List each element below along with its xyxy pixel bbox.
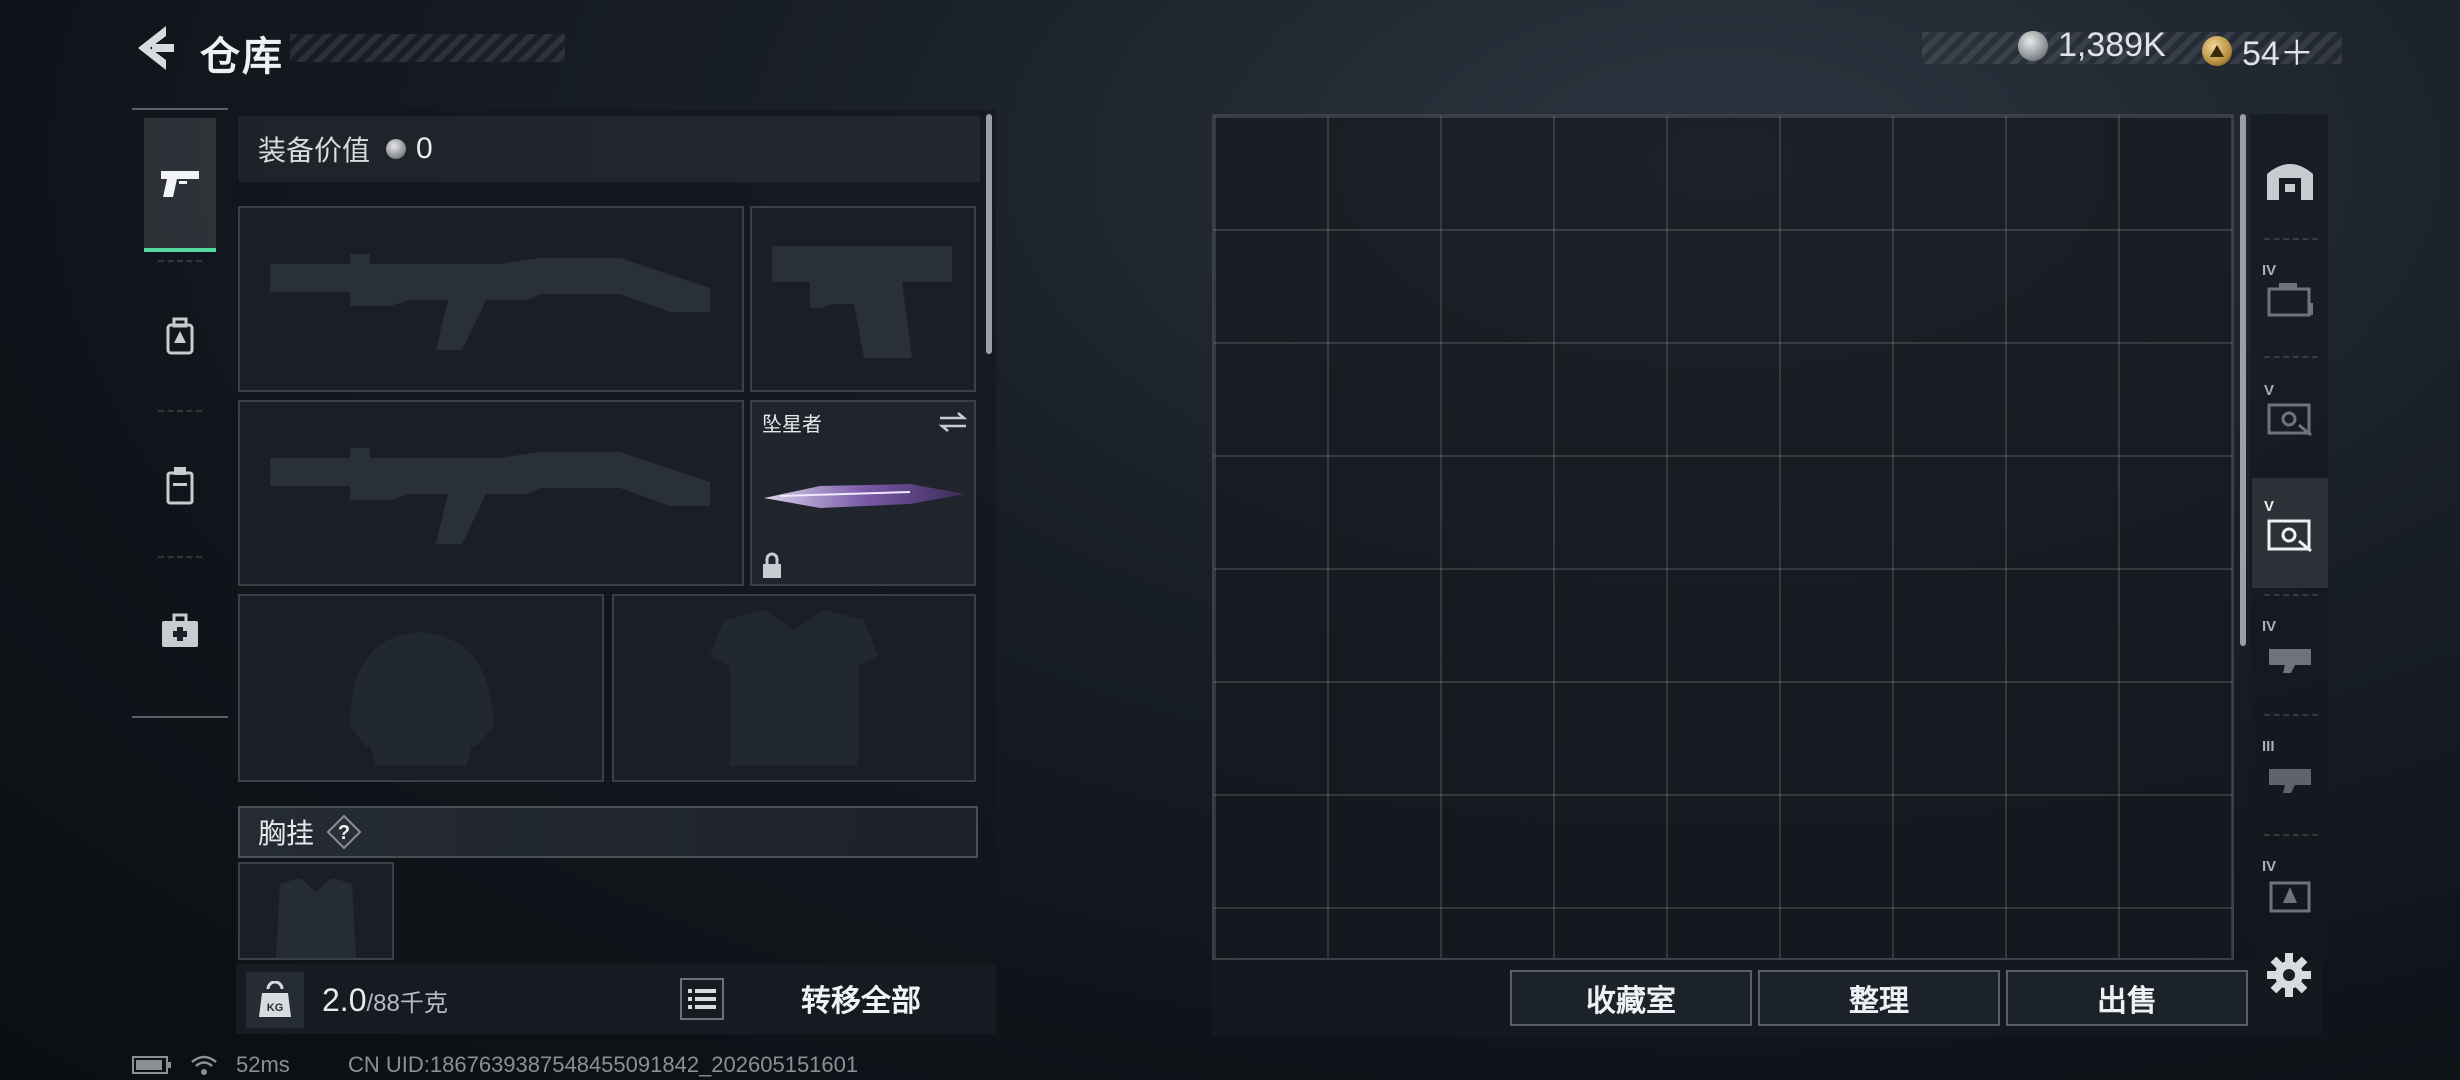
tier-label: IV <box>2262 618 2277 635</box>
title-decoration <box>290 34 565 62</box>
tab-backpack[interactable] <box>144 272 216 402</box>
equipment-value-bar: 装备价值 0 <box>238 116 980 182</box>
tab-supplies[interactable] <box>144 566 216 696</box>
help-button[interactable]: ? <box>326 814 362 850</box>
stash-grid[interactable] <box>1212 114 2234 960</box>
carry-weight-capacity: /88千克 <box>366 990 448 1017</box>
equipment-value: 0 <box>416 132 433 165</box>
filter-tab-tier-4-rifle[interactable]: IV <box>2252 600 2328 710</box>
premium-currency-icon <box>2202 35 2232 66</box>
pistol-silhouette-icon <box>772 246 952 358</box>
coin-amount: 1,389K <box>2058 26 2166 64</box>
sell-button[interactable]: 出售 <box>2006 970 2248 1026</box>
melee-item-name: 坠星者 <box>762 414 822 436</box>
rifle-silhouette-icon <box>270 448 710 544</box>
toolbox-icon <box>2267 519 2312 553</box>
sort-button[interactable]: 整理 <box>1758 970 2000 1026</box>
settings-button[interactable] <box>2264 950 2314 1000</box>
armor-icon <box>166 467 194 505</box>
slot-primary-weapon-1[interactable] <box>238 206 744 392</box>
swap-icon[interactable] <box>936 410 970 434</box>
user-id: CN UID:1867639387548455091842_2026051516… <box>348 1052 859 1077</box>
knife-icon <box>764 484 965 508</box>
filter-tab-tier-5-box-selected[interactable]: V <box>2252 478 2328 588</box>
carry-weight: 2.0/88千克 <box>322 982 448 1019</box>
medkit-icon <box>162 613 198 647</box>
list-view-button[interactable] <box>680 978 724 1020</box>
rifle-silhouette-icon <box>270 254 710 350</box>
slot-melee[interactable]: 坠星者 <box>750 400 976 586</box>
loadout-scrollbar[interactable] <box>986 114 992 354</box>
tab-weapons[interactable] <box>144 118 216 252</box>
gear-icon <box>2267 953 2311 997</box>
back-button[interactable] <box>128 20 184 76</box>
lock-icon <box>763 552 781 578</box>
tier-label: V <box>2264 382 2275 399</box>
weapon-crate-icon <box>2269 769 2311 793</box>
tier-label: V <box>2264 498 2275 515</box>
chest-rig-header: 胸挂 ? <box>238 806 978 858</box>
wifi-icon <box>191 1055 217 1075</box>
coin-balance[interactable]: 1,389K <box>2018 26 2166 65</box>
ping-value: 52ms <box>236 1052 290 1077</box>
battery-icon <box>132 1056 171 1074</box>
slot-body-armor[interactable] <box>612 594 976 782</box>
weight-icon-label: KG <box>267 1002 284 1014</box>
vest-silhouette-icon <box>710 610 878 766</box>
collection-room-button[interactable]: 收藏室 <box>1510 970 1752 1026</box>
tab-armor[interactable] <box>144 420 216 550</box>
status-bar: 52ms <box>132 1052 290 1078</box>
coin-icon <box>2018 30 2048 61</box>
filter-tab-tier-5-box[interactable]: V <box>2252 362 2328 472</box>
premium-amount: 54＋ <box>2242 35 2314 73</box>
slot-chest-rig[interactable] <box>238 862 394 960</box>
pistol-icon <box>161 171 199 197</box>
filter-tab-tier-4-case[interactable]: IV <box>2252 244 2328 354</box>
carry-weight-value: 2.0 <box>322 982 367 1018</box>
coin-icon <box>386 139 407 159</box>
slot-primary-weapon-2[interactable] <box>238 400 744 586</box>
case-icon <box>2267 283 2313 317</box>
question-icon: ? <box>326 814 362 850</box>
weight-icon: KG <box>246 972 304 1028</box>
slot-helmet[interactable] <box>238 594 604 782</box>
chest-rig-label: 胸挂 <box>258 818 315 849</box>
filter-tab-all[interactable] <box>2252 124 2328 234</box>
storage-all-icon <box>2267 164 2313 200</box>
premium-balance[interactable]: 54＋ <box>2202 26 2314 75</box>
helmet-silhouette-icon <box>350 632 494 766</box>
filter-tab-tier-4-gear[interactable]: IV <box>2252 840 2328 950</box>
help-glyph: ? <box>338 822 350 844</box>
category-tabs <box>132 108 228 718</box>
tier-label: IV <box>2262 262 2277 279</box>
toolbox-icon <box>2267 403 2312 437</box>
tier-label: IV <box>2262 858 2277 875</box>
backpack-icon <box>166 317 194 355</box>
filter-tab-tier-3-rifle[interactable]: III <box>2252 720 2328 830</box>
back-arrow-icon <box>138 26 174 70</box>
slot-sidearm[interactable] <box>750 206 976 392</box>
tier-label: III <box>2262 738 2275 755</box>
chest-rig-silhouette-icon <box>276 878 356 958</box>
weapon-crate-icon <box>2269 649 2311 673</box>
equipment-value-label: 装备价值 <box>258 135 371 166</box>
gear-bag-icon <box>2269 881 2311 913</box>
page-title: 仓库 <box>200 35 284 79</box>
transfer-all-button[interactable]: 转移全部 <box>734 970 988 1026</box>
list-icon <box>688 989 716 1009</box>
stash-scrollbar[interactable] <box>2240 114 2246 646</box>
